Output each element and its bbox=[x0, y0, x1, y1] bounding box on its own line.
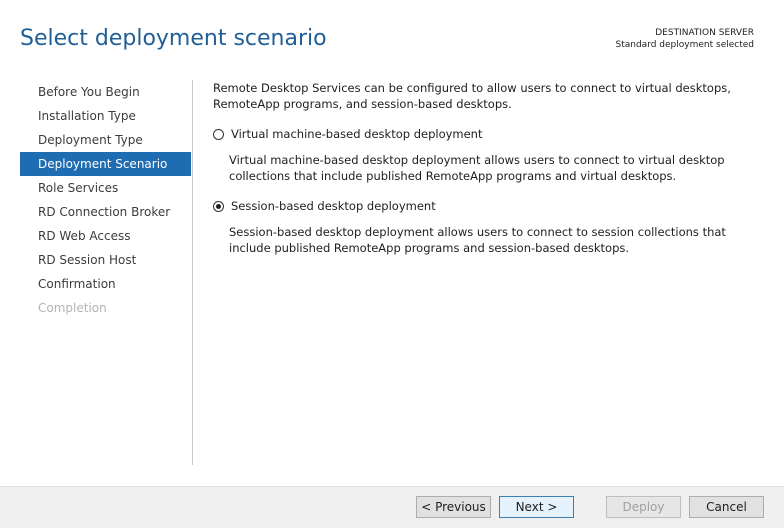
session-based-radio-row[interactable]: Session-based desktop deployment bbox=[213, 198, 758, 214]
option-session-based: Session-based desktop deployment Session… bbox=[213, 198, 758, 256]
destination-server-info: DESTINATION SERVER Standard deployment s… bbox=[616, 27, 755, 51]
session-based-description: Session-based desktop deployment allows … bbox=[229, 225, 726, 255]
intro-text: Remote Desktop Services can be configure… bbox=[213, 81, 731, 111]
cancel-button[interactable]: Cancel bbox=[689, 496, 764, 518]
deploy-button: Deploy bbox=[606, 496, 681, 518]
vm-based-radio-button[interactable] bbox=[213, 128, 224, 140]
nav-item-rd-connection-broker[interactable]: RD Connection Broker bbox=[20, 200, 191, 224]
nav-divider bbox=[192, 80, 193, 465]
nav-item-deployment-type[interactable]: Deployment Type bbox=[20, 128, 191, 152]
page-title: Select deployment scenario bbox=[20, 26, 327, 51]
destination-server-value: Standard deployment selected bbox=[615, 40, 755, 50]
vm-based-radio-row[interactable]: Virtual machine-based desktop deployment bbox=[213, 126, 758, 142]
vm-based-radio-label[interactable]: Virtual machine-based desktop deployment bbox=[231, 126, 482, 142]
destination-server-label: DESTINATION SERVER bbox=[655, 28, 754, 38]
nav-item-rd-session-host[interactable]: RD Session Host bbox=[20, 248, 191, 272]
nav-item-rd-web-access[interactable]: RD Web Access bbox=[20, 224, 191, 248]
previous-button[interactable]: < Previous bbox=[416, 496, 491, 518]
button-bar: < Previous Next > Deploy Cancel bbox=[0, 486, 784, 528]
nav-item-confirmation[interactable]: Confirmation bbox=[20, 272, 191, 296]
next-button[interactable]: Next > bbox=[499, 496, 574, 518]
session-based-radio-button[interactable] bbox=[213, 200, 224, 212]
nav-item-installation-type[interactable]: Installation Type bbox=[20, 104, 191, 128]
nav-item-deployment-scenario[interactable]: Deployment Scenario bbox=[20, 152, 191, 176]
wizard-window: Select deployment scenario DESTINATION S… bbox=[0, 0, 784, 528]
main-content: Remote Desktop Services can be configure… bbox=[213, 80, 758, 256]
nav-item-completion: Completion bbox=[38, 301, 107, 315]
option-vm-based: Virtual machine-based desktop deployment… bbox=[213, 126, 758, 184]
nav-item-before-you-begin[interactable]: Before You Begin bbox=[20, 80, 191, 104]
wizard-nav: Before You Begin Installation Type Deplo… bbox=[20, 80, 191, 320]
session-based-radio-label[interactable]: Session-based desktop deployment bbox=[231, 198, 436, 214]
nav-item-role-services[interactable]: Role Services bbox=[20, 176, 191, 200]
vm-based-description: Virtual machine-based desktop deployment… bbox=[229, 153, 725, 183]
